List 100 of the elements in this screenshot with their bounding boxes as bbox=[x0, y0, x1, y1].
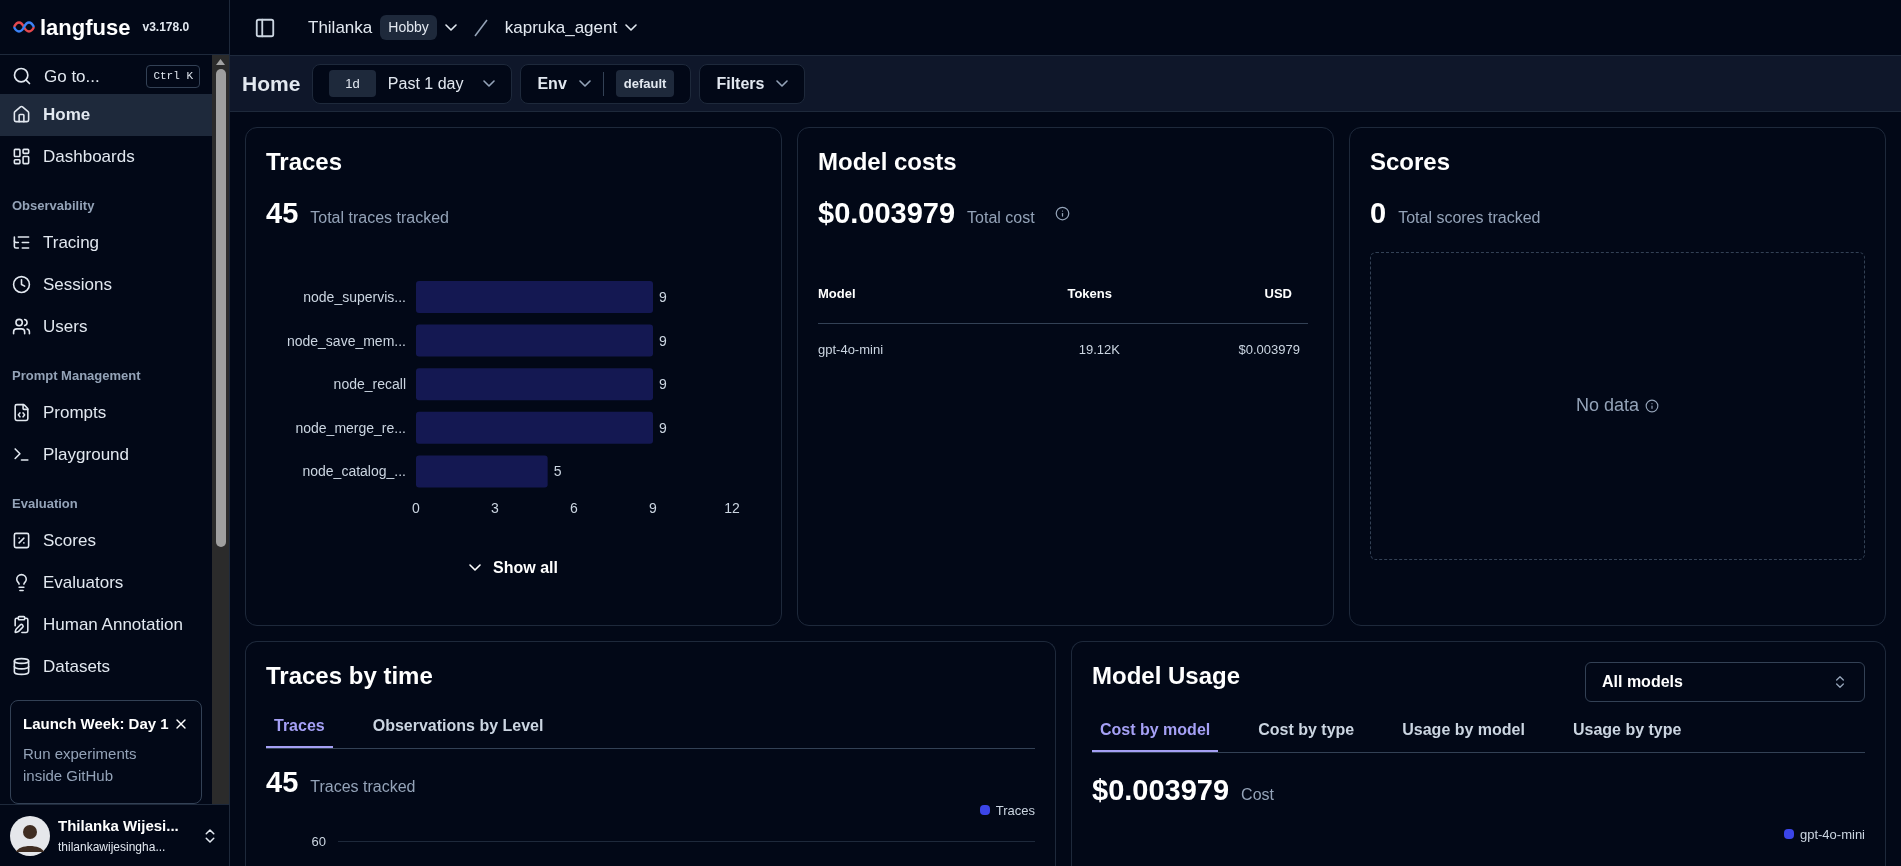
percent-icon bbox=[12, 531, 31, 550]
stat-label: Total cost bbox=[967, 208, 1035, 228]
goto-button[interactable]: Go to... Ctrl K bbox=[0, 59, 212, 94]
org-name: Thilanka bbox=[308, 16, 373, 39]
user-name: Thilanka Wijesi... bbox=[58, 816, 180, 837]
grid-icon bbox=[12, 147, 31, 166]
stat-label: Traces tracked bbox=[310, 777, 416, 797]
nav-item[interactable]: Home bbox=[0, 93, 212, 136]
show-all-button[interactable]: Show all bbox=[469, 555, 558, 580]
stat-label: Cost bbox=[1241, 785, 1274, 805]
filters-button[interactable]: Filters bbox=[699, 63, 806, 104]
home-icon bbox=[12, 105, 31, 124]
chevron-icon bbox=[483, 80, 496, 87]
column-header: USD bbox=[1263, 284, 1293, 303]
database-icon bbox=[12, 657, 31, 676]
range-badge: 1d bbox=[329, 69, 376, 98]
project-switcher[interactable]: kapruka_agent bbox=[504, 14, 638, 41]
shortcut-key: Ctrl K bbox=[146, 65, 200, 88]
nav-item[interactable]: Playground bbox=[0, 433, 212, 476]
category-label: node_catalog_... bbox=[302, 462, 406, 479]
chevron-icon bbox=[625, 24, 638, 31]
value-label: 9 bbox=[659, 288, 667, 305]
stat-value: 0 bbox=[1370, 196, 1387, 231]
stat-value: $0.003979 bbox=[818, 196, 956, 231]
terminal-icon bbox=[12, 445, 31, 464]
logo-icon bbox=[12, 20, 36, 34]
nav-item[interactable]: Datasets bbox=[0, 645, 212, 688]
category-label: node_recall bbox=[333, 375, 406, 392]
tab[interactable]: Cost by type bbox=[1250, 718, 1363, 752]
nav-item[interactable]: Prompts bbox=[0, 391, 212, 434]
chevron-icon bbox=[776, 80, 789, 87]
info-icon[interactable] bbox=[1054, 206, 1070, 222]
plan-badge: Hobby bbox=[380, 15, 437, 40]
list-icon bbox=[12, 233, 31, 252]
legend-swatch bbox=[979, 805, 990, 816]
model-select[interactable]: All models bbox=[1585, 662, 1865, 702]
card-title: Model Usage bbox=[1092, 661, 1241, 691]
sidebar-toggle-icon[interactable] bbox=[254, 16, 276, 39]
clock-icon bbox=[12, 275, 31, 294]
clipboard-icon bbox=[12, 615, 31, 634]
column-header: Model bbox=[818, 284, 857, 303]
org-switcher[interactable]: Thilanka Hobby bbox=[308, 14, 457, 41]
users-icon bbox=[12, 317, 31, 336]
avatar bbox=[10, 815, 50, 856]
category-label: node_merge_re... bbox=[295, 419, 406, 436]
category-label: node_save_mem... bbox=[286, 332, 406, 349]
legend-swatch bbox=[1783, 829, 1794, 840]
chevron-icon bbox=[578, 80, 591, 87]
card-title: Scores bbox=[1370, 147, 1452, 177]
tick-label: 6 bbox=[570, 499, 578, 516]
nav-item[interactable]: Human Annotation bbox=[0, 603, 212, 646]
environment-badge: default bbox=[615, 69, 675, 98]
empty-message: No data bbox=[1575, 394, 1639, 417]
card-title: Model costs bbox=[818, 147, 958, 177]
tab[interactable]: Traces bbox=[266, 714, 333, 748]
nav-item[interactable]: Evaluators bbox=[0, 561, 212, 604]
scroll-up-icon[interactable] bbox=[216, 59, 225, 65]
legend-label: gpt-4o-mini bbox=[1799, 825, 1865, 844]
slash-divider-icon bbox=[472, 17, 489, 38]
section-heading: Observability bbox=[11, 197, 96, 215]
tab[interactable]: Cost by model bbox=[1092, 718, 1219, 752]
value-label: 5 bbox=[553, 462, 562, 479]
user-email: thilankawijesingha... bbox=[58, 838, 167, 856]
nav-item[interactable]: Sessions bbox=[0, 263, 212, 306]
column-header: Tokens bbox=[1066, 284, 1113, 303]
stat-value: $0.003979 bbox=[1092, 773, 1230, 808]
category-label: node_supervis... bbox=[303, 288, 406, 305]
scrollbar[interactable] bbox=[212, 55, 229, 804]
nav-item[interactable]: Dashboards bbox=[0, 135, 212, 178]
nav-item[interactable]: Users bbox=[0, 305, 212, 348]
axis-tick-label: 60 bbox=[310, 833, 326, 851]
file-code-icon bbox=[12, 403, 31, 422]
tick-label: 3 bbox=[491, 499, 499, 516]
nav-item[interactable]: Tracing bbox=[0, 221, 212, 264]
card-title: Traces by time bbox=[266, 661, 434, 691]
environment-filter[interactable]: Env default bbox=[520, 63, 692, 104]
table-cell-text: $0.003979 bbox=[1237, 341, 1301, 359]
section-heading: Prompt Management bbox=[11, 367, 142, 385]
tick-label: 12 bbox=[724, 499, 740, 516]
stat-value: 45 bbox=[266, 196, 299, 231]
version-label: v3.178.0 bbox=[142, 19, 190, 36]
brand-name: langfuse bbox=[40, 13, 131, 42]
stat-label: Total scores tracked bbox=[1398, 208, 1541, 228]
tick-label: 0 bbox=[412, 499, 420, 516]
search-icon bbox=[12, 66, 32, 87]
promo-text: Run experiments inside GitHub bbox=[23, 744, 138, 786]
legend-label: Traces bbox=[995, 801, 1035, 820]
info-icon[interactable] bbox=[1645, 398, 1659, 413]
date-range-picker[interactable]: 1d Past 1 day bbox=[312, 63, 513, 104]
tab[interactable]: Observations by Level bbox=[364, 714, 552, 748]
table-cell-text: gpt-4o-mini bbox=[818, 341, 885, 359]
tab[interactable]: Usage by model bbox=[1394, 718, 1533, 752]
chevron-icon bbox=[444, 24, 457, 31]
promo-title: Launch Week: Day 1 bbox=[23, 713, 169, 734]
section-heading: Evaluation bbox=[11, 495, 79, 513]
tab[interactable]: Usage by type bbox=[1564, 718, 1690, 752]
nav-item[interactable]: Scores bbox=[0, 519, 212, 562]
value-label: 9 bbox=[659, 332, 667, 349]
stat-value: 45 bbox=[266, 765, 299, 800]
chevron-icon bbox=[469, 564, 482, 571]
